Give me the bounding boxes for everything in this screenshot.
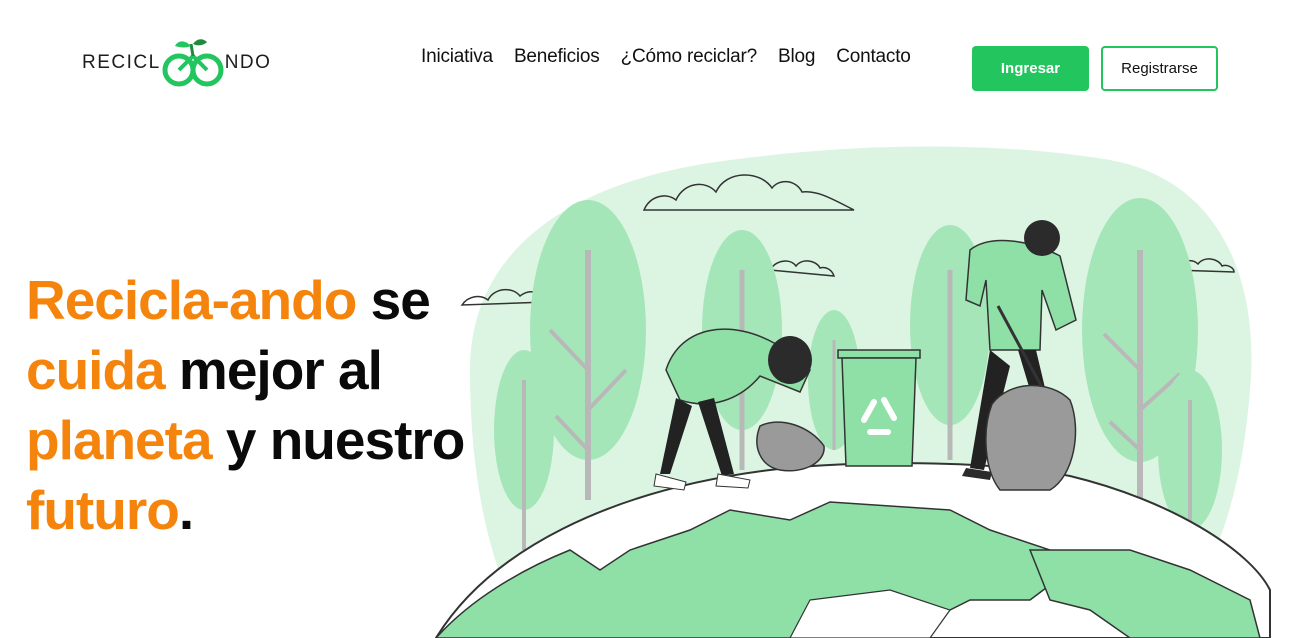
- nav-contacto[interactable]: Contacto: [836, 46, 911, 68]
- hero-highlight-3: planeta: [26, 409, 213, 471]
- register-button[interactable]: Registrarse: [1101, 46, 1218, 91]
- nav-blog[interactable]: Blog: [778, 46, 815, 68]
- login-button[interactable]: Ingresar: [972, 46, 1089, 91]
- hero-highlight-2: cuida: [26, 339, 166, 401]
- logo-text-left: RECICL: [82, 51, 161, 73]
- hero-highlight-4: futuro: [26, 479, 180, 541]
- hero-text-3: y nuestro: [211, 409, 466, 471]
- hero-highlight-1: Recicla-ando: [26, 269, 357, 331]
- logo-text-right: NDO: [224, 51, 272, 73]
- hero-text-4: .: [178, 479, 194, 541]
- bike-leaf-logo-icon: [162, 39, 224, 87]
- hero-text-1: se: [356, 269, 431, 331]
- hero-illustration: [434, 146, 1271, 638]
- brand-logo[interactable]: RECICL NDO: [82, 34, 271, 90]
- hero-text-2: mejor al: [164, 339, 383, 401]
- main-nav: Iniciativa Beneficios ¿Cómo reciclar? Bl…: [421, 46, 911, 68]
- nav-como-reciclar[interactable]: ¿Cómo reciclar?: [621, 46, 758, 68]
- nav-beneficios[interactable]: Beneficios: [514, 46, 600, 68]
- nav-iniciativa[interactable]: Iniciativa: [421, 46, 493, 68]
- recycle-bin: [837, 349, 921, 467]
- navbar: RECICL NDO Iniciativa Beneficios ¿Cómo r…: [0, 0, 1308, 110]
